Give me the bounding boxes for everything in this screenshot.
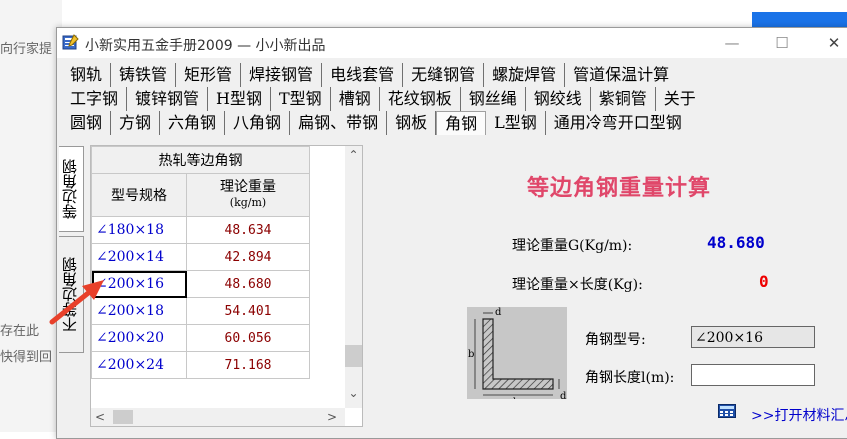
total-weight-value: 0 [759, 272, 769, 291]
length-label: 角钢长度l(m): [585, 370, 675, 386]
length-input[interactable] [691, 364, 815, 386]
calculator-title: 等边角钢重量计算 [527, 175, 712, 201]
tab-row-3: 圆钢 方钢 六角钢 八角钢 扁钢、带钢 钢板 角钢 L型钢 通用冷弯开口型钢 [62, 111, 690, 135]
tab-seamless-pipe[interactable]: 无缝钢管 [403, 63, 485, 87]
angle-steel-table: 热轧等边角钢 型号规格 理论重量 (kg/m) ∠180×18 48.634 ∠… [90, 145, 363, 427]
column-header-weight-label: 理论重量 [220, 179, 276, 195]
diagram-label-b-horizontal: b [513, 397, 519, 399]
angle-diagram: b b d d [467, 307, 567, 408]
tab-conduit[interactable]: 电线套管 [322, 63, 404, 87]
open-summary-link[interactable]: >>打开材料汇总 [751, 405, 847, 425]
tab-strand[interactable]: 钢绞线 [526, 87, 591, 111]
chevron-up-icon[interactable]: ⌃ [345, 148, 362, 162]
book-icon [62, 34, 79, 50]
tab-i-beam[interactable]: 工字钢 [62, 87, 128, 111]
diagram-label-d-top: d [495, 307, 502, 318]
tab-flat-strip[interactable]: 扁钢、带钢 [290, 111, 388, 135]
weight-cell[interactable]: 54.401 [186, 297, 310, 325]
tab-row-2: 工字钢 镀锌钢管 H型钢 T型钢 槽钢 花纹钢板 钢丝绳 钢绞线 紫铜管 关于 [62, 87, 704, 111]
table-row-selected[interactable]: ∠200×16 48.680 [91, 270, 310, 298]
spec-cell[interactable]: ∠200×20 [91, 324, 187, 352]
table-row[interactable]: ∠200×14 42.894 [91, 243, 310, 271]
title-bar: 小新实用五金手册2009 — 小小新出品 — ☐ ✕ [57, 28, 847, 58]
tab-cast-iron-pipe[interactable]: 铸铁管 [111, 63, 177, 87]
tab-rectangular-tube[interactable]: 矩形管 [176, 63, 242, 87]
table-row[interactable]: ∠200×18 54.401 [91, 297, 310, 325]
tab-copper-tube[interactable]: 紫铜管 [591, 87, 656, 111]
vertical-scroll-thumb[interactable] [345, 345, 362, 367]
background-sidebar [0, 0, 62, 432]
weight-cell[interactable]: 60.056 [186, 324, 310, 352]
tab-wire-rope[interactable]: 钢丝绳 [461, 87, 526, 111]
side-tab-equal-angle[interactable]: 等边角钢 [59, 146, 84, 232]
tab-rail[interactable]: 钢轨 [62, 63, 112, 87]
weight-cell[interactable]: 48.634 [186, 216, 310, 244]
tab-about[interactable]: 关于 [656, 87, 704, 111]
table-row[interactable]: ∠200×24 71.168 [91, 351, 310, 379]
weight-cell[interactable]: 42.894 [186, 243, 310, 271]
spec-cell[interactable]: ∠200×14 [91, 243, 187, 271]
table-row[interactable]: ∠180×18 48.634 [91, 216, 310, 244]
background-text-3: 快得到回 [0, 350, 53, 365]
tab-spiral-pipe[interactable]: 螺旋焊管 [484, 63, 566, 87]
background-text-2: 存在此 [0, 324, 40, 339]
window-title: 小新实用五金手册2009 — 小小新出品 [85, 38, 326, 54]
vertical-scrollbar[interactable]: ⌃ ⌄ [345, 146, 362, 408]
calculator-icon[interactable] [718, 404, 736, 418]
weight-cell[interactable]: 48.680 [186, 270, 310, 298]
tab-t-beam[interactable]: T型钢 [271, 87, 331, 111]
tab-l-beam[interactable]: L型钢 [486, 111, 546, 135]
tab-welded-pipe[interactable]: 焊接钢管 [241, 63, 323, 87]
close-button[interactable]: ✕ [814, 32, 847, 54]
total-weight-label: 理论重量×长度(Kg): [512, 277, 643, 293]
chevron-right-icon[interactable]: > [327, 408, 337, 426]
background-text-1: 向行家提 [0, 42, 53, 57]
background-blue-button [752, 12, 847, 28]
side-tab-unequal-angle[interactable]: 不等边角钢 [59, 236, 84, 353]
maximize-button[interactable]: ☐ [762, 32, 802, 54]
spec-cell[interactable]: ∠200×24 [91, 351, 187, 379]
tab-angle-steel[interactable]: 角钢 [436, 111, 487, 135]
table-row[interactable]: ∠200×20 60.056 [91, 324, 310, 352]
tab-channel[interactable]: 槽钢 [331, 87, 380, 111]
side-tabs: 等边角钢 不等边角钢 [59, 146, 84, 356]
weight-value: 48.680 [707, 233, 765, 252]
spec-cell-selected[interactable]: ∠200×16 [91, 270, 187, 298]
horizontal-scroll-thumb[interactable] [113, 410, 133, 424]
weight-label: 理论重量G(Kg/m): [512, 238, 633, 254]
column-header-spec: 型号规格 [91, 173, 187, 217]
tab-steel-plate[interactable]: 钢板 [387, 111, 437, 135]
tab-row-1: 钢轨 铸铁管 矩形管 焊接钢管 电线套管 无缝钢管 螺旋焊管 管道保温计算 [62, 63, 677, 87]
tab-h-beam[interactable]: H型钢 [208, 87, 271, 111]
table-group-header: 热轧等边角钢 [91, 146, 310, 174]
tab-galvanized-pipe[interactable]: 镀锌钢管 [127, 87, 209, 111]
chevron-down-icon[interactable]: ⌄ [345, 386, 362, 400]
diagram-label-d-right: d [560, 391, 567, 399]
column-header-weight-unit: (kg/m) [229, 196, 267, 209]
minimize-button[interactable]: — [712, 32, 752, 54]
diagram-label-b-vertical: b [468, 349, 474, 360]
model-field: ∠200×16 [691, 326, 815, 348]
horizontal-scrollbar[interactable]: < > [91, 408, 345, 426]
column-header-weight: 理论重量 (kg/m) [186, 173, 310, 217]
tab-hex-bar[interactable]: 六角钢 [160, 111, 226, 135]
tab-square-bar[interactable]: 方钢 [111, 111, 161, 135]
app-window: 小新实用五金手册2009 — 小小新出品 — ☐ ✕ 钢轨 铸铁管 矩形管 焊接… [56, 27, 847, 439]
tab-round-bar[interactable]: 圆钢 [62, 111, 112, 135]
model-label: 角钢型号: [585, 332, 646, 348]
weight-cell[interactable]: 71.168 [186, 351, 310, 379]
tab-checker-plate[interactable]: 花纹钢板 [380, 87, 461, 111]
spec-cell[interactable]: ∠200×18 [91, 297, 187, 325]
chevron-left-icon[interactable]: < [95, 408, 105, 426]
spec-cell[interactable]: ∠180×18 [91, 216, 187, 244]
tab-cold-formed[interactable]: 通用冷弯开口型钢 [546, 111, 690, 135]
tab-pipe-insulation[interactable]: 管道保温计算 [565, 63, 677, 87]
tab-octagon-bar[interactable]: 八角钢 [225, 111, 291, 135]
